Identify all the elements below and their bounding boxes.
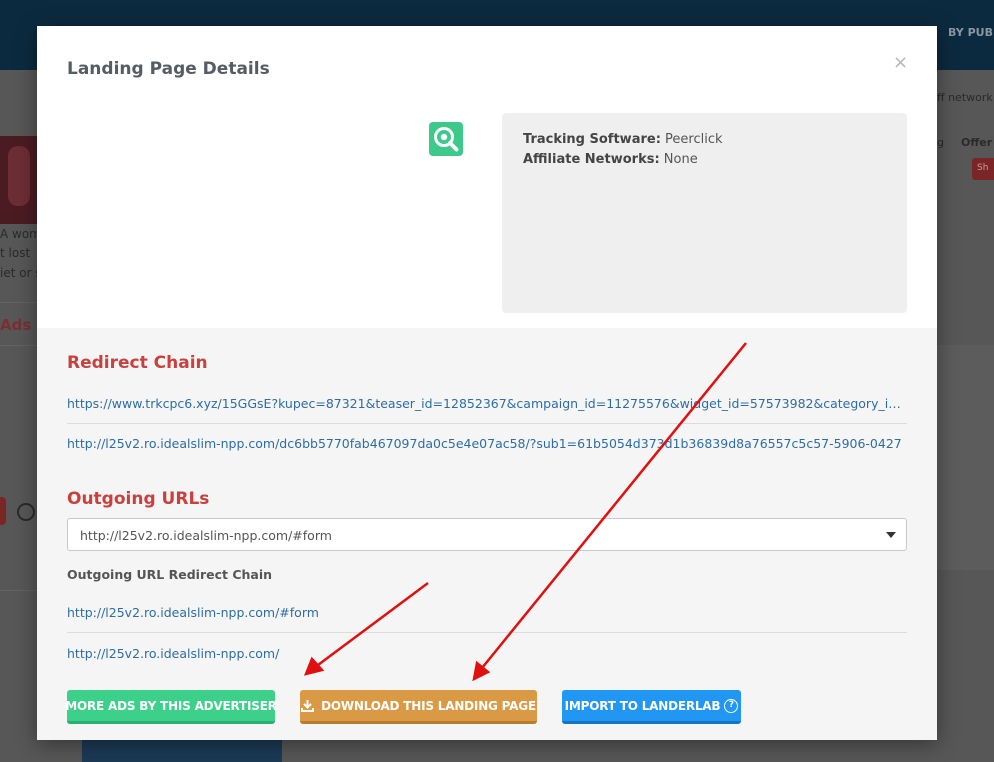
background-right-panel — [937, 345, 994, 570]
background-ad-thumbnail — [0, 136, 37, 224]
background-red-button: Sh — [972, 158, 994, 180]
download-button-label: DOWNLOAD THIS LANDING PAGE — [321, 698, 536, 713]
magnifier-zoom-icon — [434, 127, 459, 152]
url-divider — [67, 423, 907, 424]
url-divider — [67, 632, 907, 633]
background-right-label: ff network — [937, 91, 993, 104]
background-ad-text-line: A wom — [0, 227, 41, 241]
caret-down-icon — [886, 532, 896, 538]
affiliate-networks-value: None — [663, 152, 698, 167]
tracking-software-row: Tracking Software: Peerclick — [523, 132, 723, 147]
outgoing-url-selected-value: http://l25v2.ro.idealslim-npp.com/#form — [80, 528, 332, 543]
import-to-landerlab-button[interactable]: IMPORT TO LANDERLAB ? — [562, 690, 741, 724]
background-right-label: Offer — [961, 136, 993, 149]
landing-info-box: Tracking Software: Peerclick Affiliate N… — [502, 113, 907, 313]
background-ad-text-line: iet or s — [0, 266, 42, 280]
tracking-software-label: Tracking Software: — [523, 132, 661, 147]
background-ad-text-line: t lost — [0, 246, 31, 260]
affiliate-networks-row: Affiliate Networks: None — [523, 152, 698, 167]
more-ads-button-label: MORE ADS BY THIS ADVERTISER — [65, 698, 277, 713]
import-button-label: IMPORT TO LANDERLAB — [564, 698, 721, 713]
outgoing-url-redirect-chain-label: Outgoing URL Redirect Chain — [67, 567, 273, 582]
modal-title: Landing Page Details — [67, 59, 270, 79]
download-icon — [301, 700, 315, 712]
background-divider — [0, 590, 37, 591]
outgoing-urls-title: Outgoing URLs — [67, 489, 210, 509]
background-divider — [0, 302, 37, 303]
background-divider — [0, 345, 37, 346]
zoom-preview-button[interactable] — [429, 122, 463, 156]
background-section-label: Ads — [0, 316, 32, 334]
help-circle-icon: ? — [724, 698, 739, 713]
background-right-label: g — [937, 136, 944, 149]
redirect-chain-url-link[interactable]: https://www.trkcpc6.xyz/15GGsE?kupec=873… — [67, 396, 907, 411]
background-bottom-block — [82, 740, 282, 762]
background-right-label: Sh — [977, 163, 989, 173]
download-landing-page-button[interactable]: DOWNLOAD THIS LANDING PAGE — [300, 690, 537, 724]
tracking-software-value: Peerclick — [665, 132, 723, 147]
outgoing-chain-url-link[interactable]: http://l25v2.ro.idealslim-npp.com/ — [67, 646, 907, 661]
modal-header-area: Landing Page Details × Tracking Software… — [37, 26, 937, 328]
more-ads-by-advertiser-button[interactable]: MORE ADS BY THIS ADVERTISER — [65, 690, 277, 724]
close-icon[interactable]: × — [893, 54, 908, 72]
background-red-button — [0, 497, 6, 525]
redirect-chain-url-link[interactable]: http://l25v2.ro.idealslim-npp.com/dc6bb5… — [67, 436, 907, 451]
background-topbar-text: BY PUBL — [948, 26, 994, 39]
landing-page-details-modal: Landing Page Details × Tracking Software… — [37, 26, 937, 740]
redirect-chain-title: Redirect Chain — [67, 353, 208, 373]
outgoing-url-select[interactable]: http://l25v2.ro.idealslim-npp.com/#form — [67, 518, 907, 551]
outgoing-chain-url-link[interactable]: http://l25v2.ro.idealslim-npp.com/#form — [67, 605, 907, 620]
background-help-icon — [17, 503, 35, 521]
affiliate-networks-label: Affiliate Networks: — [523, 152, 660, 167]
